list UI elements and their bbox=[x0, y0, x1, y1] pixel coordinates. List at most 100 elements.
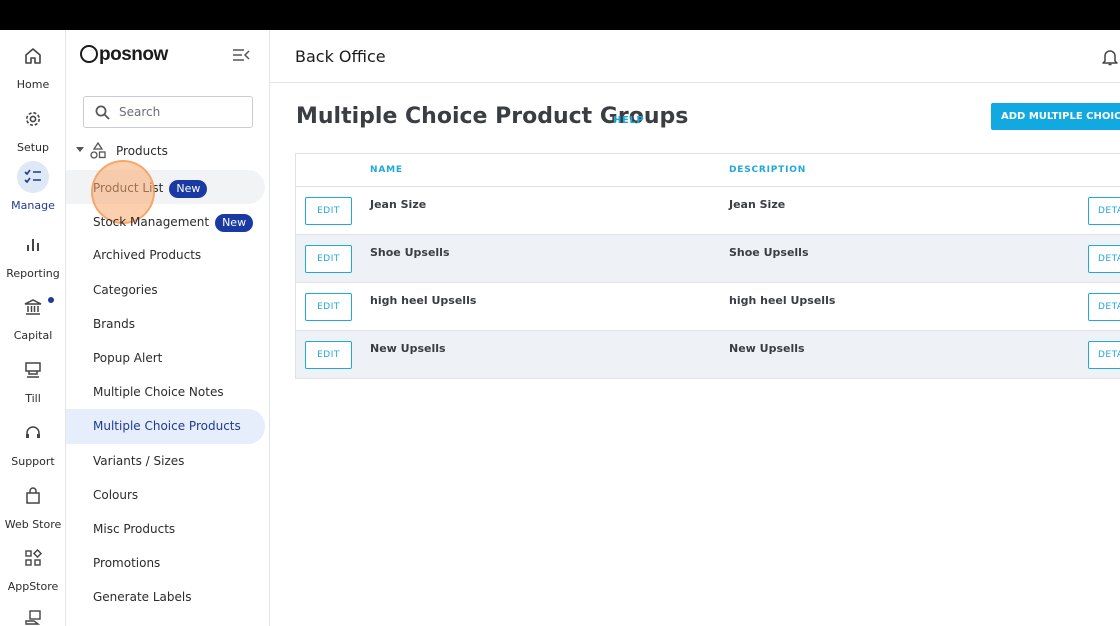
nav-label: Archived Products bbox=[93, 248, 202, 263]
nav-item-multiple-choice-notes[interactable]: Multiple Choice Notes bbox=[66, 375, 265, 409]
caret-down-icon bbox=[76, 147, 84, 152]
edit-button[interactable]: EDIT bbox=[305, 341, 352, 369]
rail-item-manage[interactable]: Manage bbox=[0, 161, 66, 212]
main-content: Back Office Multiple Choice Product Grou… bbox=[270, 30, 1120, 626]
nav-item-brands[interactable]: Brands bbox=[66, 307, 265, 341]
nav-label: Generate Labels bbox=[93, 590, 192, 605]
products-nav: Product List New Stock Management New Arch… bbox=[66, 160, 270, 614]
rail-label-manage: Manage bbox=[11, 199, 55, 212]
nav-item-variants-sizes[interactable]: Variants / Sizes bbox=[66, 444, 265, 478]
nav-item-popup-alert[interactable]: Popup Alert bbox=[66, 341, 265, 375]
details-button[interactable]: DETA bbox=[1088, 341, 1120, 369]
nav-item-stock-management[interactable]: Stock Management New bbox=[66, 204, 265, 238]
collapse-menu-icon[interactable] bbox=[232, 48, 250, 62]
rail-label-reporting: Reporting bbox=[6, 267, 60, 280]
rail-item-appstore[interactable]: AppStore bbox=[0, 542, 66, 593]
nav-item-archived-products[interactable]: Archived Products bbox=[66, 238, 265, 272]
groups-table: NAME DESCRIPTION EDIT Jean Size Jean Siz… bbox=[295, 153, 1120, 379]
new-badge: New bbox=[169, 180, 208, 198]
nav-item-promotions[interactable]: Promotions bbox=[66, 546, 265, 580]
eposnow-logo[interactable]: posnow bbox=[80, 44, 168, 66]
column-header-description[interactable]: DESCRIPTION bbox=[729, 165, 806, 175]
bank-icon bbox=[17, 291, 49, 323]
row-name: high heel Upsells bbox=[370, 294, 477, 307]
app-title: Back Office bbox=[295, 47, 386, 66]
row-description: Jean Size bbox=[729, 198, 786, 211]
nav-label: Stock Management bbox=[93, 215, 210, 230]
checklist-icon bbox=[17, 161, 49, 193]
app-window: Home Setup Manage Reporting Capital Till… bbox=[0, 30, 1120, 626]
details-button[interactable]: DETA bbox=[1088, 293, 1120, 321]
nav-label: Product List bbox=[93, 181, 164, 195]
rail-item-capital[interactable]: Capital bbox=[0, 291, 66, 342]
rail-item-more[interactable] bbox=[0, 602, 66, 626]
new-badge: New bbox=[215, 214, 254, 233]
nav-item-product-list[interactable]: Product List New bbox=[66, 160, 265, 224]
column-header-name[interactable]: NAME bbox=[370, 165, 403, 175]
section-label: Products bbox=[116, 144, 168, 158]
gear-icon bbox=[17, 103, 49, 135]
row-description: Shoe Upsells bbox=[729, 246, 809, 259]
nav-item-generate-labels[interactable]: Generate Labels bbox=[66, 580, 265, 614]
cash-icon bbox=[17, 602, 49, 626]
app-grid-icon bbox=[17, 542, 49, 574]
row-name: Shoe Upsells bbox=[370, 246, 450, 259]
row-name: New Upsells bbox=[370, 342, 446, 355]
shopping-bag-icon bbox=[17, 480, 49, 512]
app-rail: Home Setup Manage Reporting Capital Till… bbox=[0, 30, 66, 626]
nav-label: Multiple Choice Notes bbox=[93, 385, 224, 400]
sidebar: posnow Products Product List New Stock Ma… bbox=[66, 30, 270, 626]
rail-item-till[interactable]: Till bbox=[0, 354, 66, 405]
bell-icon[interactable] bbox=[1102, 48, 1118, 66]
nav-label: Colours bbox=[93, 487, 139, 502]
rail-label-support: Support bbox=[11, 455, 55, 468]
add-multiple-choice-button[interactable]: ADD MULTIPLE CHOICE PI bbox=[991, 103, 1120, 130]
nav-item-multiple-choice-products[interactable]: Multiple Choice Products bbox=[66, 409, 265, 444]
search-box bbox=[83, 96, 253, 128]
search-input[interactable] bbox=[119, 103, 247, 121]
notification-dot bbox=[48, 297, 54, 303]
products-section-toggle[interactable]: Products bbox=[76, 142, 256, 162]
nav-label: Brands bbox=[93, 316, 135, 331]
shapes-icon bbox=[90, 142, 106, 159]
details-button[interactable]: DETA bbox=[1088, 197, 1120, 225]
nav-label: Promotions bbox=[93, 556, 161, 571]
table-row: EDIT New Upsells New Upsells DETA bbox=[296, 331, 1120, 379]
edit-button[interactable]: EDIT bbox=[305, 245, 352, 273]
details-button[interactable]: DETA bbox=[1088, 245, 1120, 273]
headset-icon bbox=[17, 417, 49, 449]
rail-item-web-store[interactable]: Web Store bbox=[0, 480, 66, 531]
rail-item-setup[interactable]: Setup bbox=[0, 103, 66, 154]
nav-item-colours[interactable]: Colours bbox=[66, 478, 265, 512]
help-link[interactable]: HELP bbox=[613, 115, 644, 126]
edit-button[interactable]: EDIT bbox=[305, 293, 352, 321]
nav-label: Multiple Choice Products bbox=[93, 419, 241, 434]
rail-label-home: Home bbox=[16, 78, 50, 91]
home-icon bbox=[17, 40, 49, 72]
row-description: high heel Upsells bbox=[729, 294, 836, 307]
rail-item-reporting[interactable]: Reporting bbox=[0, 229, 66, 280]
logo-text: posnow bbox=[99, 44, 168, 65]
logo-mark-icon bbox=[80, 45, 98, 63]
nav-label: Categories bbox=[93, 282, 158, 297]
rail-label-till: Till bbox=[25, 392, 41, 405]
table-row: EDIT Shoe Upsells Shoe Upsells DETA bbox=[296, 235, 1120, 283]
bar-chart-icon bbox=[17, 229, 49, 261]
nav-label: Misc Products bbox=[93, 521, 176, 536]
search-icon bbox=[95, 105, 110, 120]
nav-label: Popup Alert bbox=[93, 350, 163, 365]
rail-item-home[interactable]: Home bbox=[0, 40, 66, 91]
rail-label-capital: Capital bbox=[13, 329, 53, 342]
table-row: EDIT high heel Upsells high heel Upsells… bbox=[296, 283, 1120, 331]
table-row: EDIT Jean Size Jean Size DETA bbox=[296, 187, 1120, 235]
row-name: Jean Size bbox=[370, 198, 427, 211]
rail-label-web-store: Web Store bbox=[4, 518, 62, 531]
nav-item-categories[interactable]: Categories bbox=[66, 273, 265, 307]
rail-label-setup: Setup bbox=[16, 141, 50, 154]
rail-item-support[interactable]: Support bbox=[0, 417, 66, 468]
nav-label: Variants / Sizes bbox=[93, 453, 185, 468]
till-icon bbox=[17, 354, 49, 386]
nav-item-misc-products[interactable]: Misc Products bbox=[66, 512, 265, 546]
edit-button[interactable]: EDIT bbox=[305, 197, 352, 225]
table-header: NAME DESCRIPTION bbox=[296, 154, 1120, 187]
